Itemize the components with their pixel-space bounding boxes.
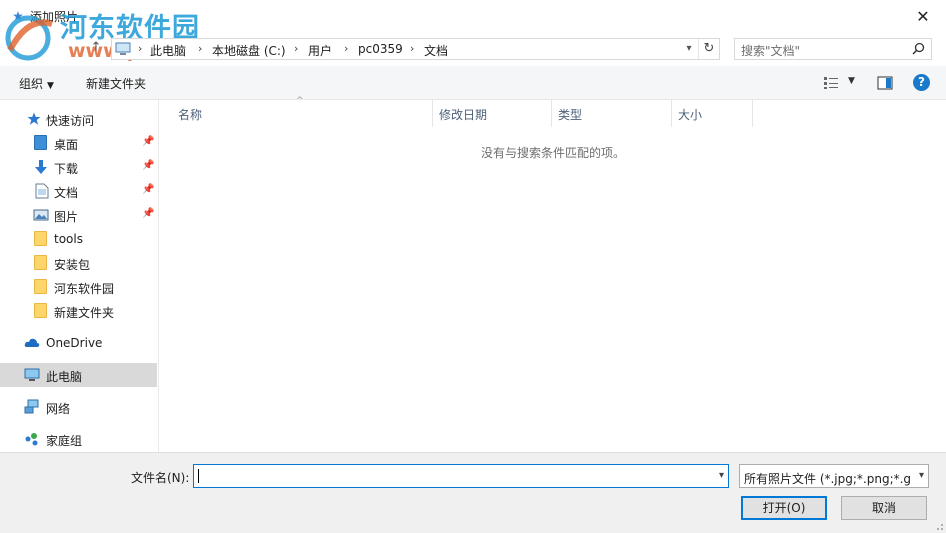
sidebar-item-label: tools (54, 232, 83, 246)
breadcrumb-separator: › (344, 42, 349, 55)
column-header-label: 修改日期 (439, 108, 488, 122)
filename-input[interactable]: ▾ (193, 464, 729, 488)
cloud-icon (24, 338, 40, 347)
pin-icon[interactable]: 📌 (142, 136, 154, 147)
filter-value: 所有照片文件 (*.jpg;*.png;*.gif (744, 472, 910, 486)
new-folder-button[interactable]: 新建文件夹 (86, 75, 146, 92)
sidebar-item-label: 桌面 (54, 138, 79, 152)
star-icon (27, 112, 41, 125)
breadcrumb-local-disk[interactable]: 本地磁盘 (C:) (212, 42, 286, 59)
command-bar: 组织 ▼ 新建文件夹 ▼ ? (0, 66, 946, 100)
breadcrumb-separator: › (138, 42, 143, 55)
column-header-label: 大小 (678, 108, 703, 122)
organize-label: 组织 (19, 77, 44, 91)
pin-icon[interactable]: 📌 (142, 160, 154, 171)
view-options-caret-icon[interactable]: ▼ (848, 76, 855, 86)
open-button[interactable]: 打开(O) (741, 496, 827, 520)
sidebar-item-label: 安装包 (54, 258, 91, 272)
preview-pane-icon[interactable] (877, 76, 893, 90)
chevron-down-icon: ▾ (918, 470, 924, 481)
sidebar-item-network[interactable]: 网络 (0, 395, 157, 419)
breadcrumb-separator: › (410, 42, 415, 55)
search-icon[interactable] (912, 42, 925, 55)
pictures-icon (33, 209, 49, 221)
resize-grip-icon[interactable] (934, 521, 944, 531)
column-header-date[interactable]: 修改日期 (433, 100, 552, 127)
search-box[interactable]: 搜索"文档" (734, 38, 932, 60)
sidebar-item-documents[interactable]: 文档 📌 (0, 179, 157, 203)
organize-button[interactable]: 组织 ▼ (19, 75, 54, 92)
folder-icon (34, 303, 50, 319)
sidebar-item-desktop[interactable]: 桌面 📌 (0, 131, 157, 155)
text-caret (198, 469, 199, 483)
sidebar-item-downloads[interactable]: 下载 📌 (0, 155, 157, 179)
homegroup-icon (25, 433, 38, 446)
search-placeholder: 搜索"文档" (741, 44, 801, 58)
breadcrumb-documents[interactable]: 文档 (424, 42, 448, 59)
sidebar-item-onedrive[interactable]: OneDrive (0, 331, 157, 355)
chevron-down-icon[interactable]: ▾ (719, 470, 724, 481)
column-header-name[interactable]: 名称 ^ (160, 96, 433, 127)
close-button[interactable]: ✕ (900, 0, 946, 32)
up-arrow-icon[interactable]: ↑ (88, 40, 104, 56)
sidebar-item-label: 快速访问 (46, 114, 95, 128)
file-list[interactable]: 名称 ^ 修改日期 类型 大小 没有与搜索条件匹配的项。 (160, 96, 946, 452)
column-header-label: 类型 (558, 108, 583, 122)
this-pc-icon (115, 42, 131, 55)
sidebar-item-label: 新建文件夹 (54, 306, 115, 320)
sidebar-item-label: 网络 (46, 402, 71, 416)
sidebar-item-label: 图片 (54, 210, 79, 224)
sidebar-item-label: OneDrive (46, 336, 103, 350)
folder-icon (34, 231, 50, 247)
download-arrow-icon (35, 160, 47, 174)
document-icon (35, 183, 49, 199)
breadcrumb-separator: › (294, 42, 299, 55)
breadcrumb-this-pc[interactable]: 此电脑 (150, 42, 186, 59)
breadcrumb-users[interactable]: 用户 (308, 42, 332, 59)
sidebar-item-installers[interactable]: 安装包 (0, 251, 157, 275)
caret-down-icon: ▼ (47, 81, 54, 91)
sidebar-item-label: 此电脑 (46, 370, 83, 384)
file-name-panel: 文件名(N): ▾ 所有照片文件 (*.jpg;*.png;*.gif ▾ 打开… (0, 452, 946, 533)
sidebar-item-homegroup[interactable]: 家庭组 (0, 427, 157, 451)
sidebar-item-quick-access[interactable]: 快速访问 (0, 107, 157, 131)
help-icon[interactable]: ? (913, 74, 930, 91)
sidebar-item-new-folder[interactable]: 新建文件夹 (0, 299, 157, 323)
file-type-filter[interactable]: 所有照片文件 (*.jpg;*.png;*.gif ▾ (739, 464, 929, 488)
breadcrumb-separator: › (198, 42, 203, 55)
address-bar[interactable]: › 此电脑 › 本地磁盘 (C:) › 用户 › pc0359 › 文档 ▾ ↻ (111, 38, 720, 60)
sidebar-item-label: 下载 (54, 162, 79, 176)
sidebar-item-hedong[interactable]: 河东软件园 (0, 275, 157, 299)
pin-icon[interactable]: 📌 (142, 208, 154, 219)
cancel-button[interactable]: 取消 (841, 496, 927, 520)
sidebar-item-label: 河东软件园 (54, 282, 115, 296)
refresh-icon[interactable]: ↻ (698, 39, 719, 59)
sidebar-item-label: 家庭组 (46, 434, 83, 448)
empty-state-message: 没有与搜索条件匹配的项。 (480, 146, 625, 160)
sidebar-item-this-pc[interactable]: 此电脑 (0, 363, 157, 387)
folder-icon (34, 255, 50, 271)
desktop-folder-icon (34, 135, 50, 151)
chevron-down-icon[interactable]: ▾ (681, 41, 697, 57)
sidebar-item-label: 文档 (54, 186, 79, 200)
this-pc-icon (24, 368, 40, 381)
column-header-label: 名称 (178, 108, 203, 122)
column-header-size[interactable]: 大小 (672, 100, 753, 127)
breadcrumb-pc0359[interactable]: pc0359 (358, 42, 403, 56)
pin-icon[interactable]: 📌 (142, 184, 154, 195)
sort-ascending-icon: ^ (296, 96, 304, 106)
navigation-bar: ↑ › 此电脑 › 本地磁盘 (C:) › 用户 › pc0359 › 文档 ▾… (0, 32, 946, 66)
details-view-icon[interactable] (823, 76, 839, 90)
sidebar-item-pictures[interactable]: 图片 📌 (0, 203, 157, 227)
network-icon (24, 399, 39, 414)
column-header-type[interactable]: 类型 (552, 100, 672, 127)
filename-label: 文件名(N): (131, 471, 190, 485)
navigation-pane: 快速访问 桌面 📌 下载 📌 文档 📌 图片 📌 tools 安装包 河东软件园… (0, 100, 159, 452)
folder-icon (34, 279, 50, 295)
sidebar-item-tools[interactable]: tools (0, 227, 157, 251)
